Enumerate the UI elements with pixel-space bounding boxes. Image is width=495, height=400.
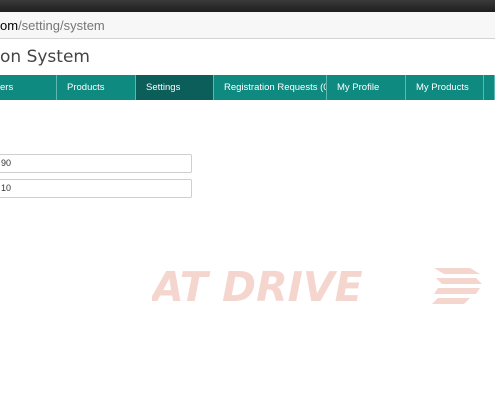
main-nav: ers Products Settings Registration Reque… [0, 75, 495, 100]
nav-item-settings[interactable]: Settings [136, 75, 214, 100]
nav-item-products[interactable]: Products [57, 75, 136, 100]
page-title: on System [0, 47, 90, 67]
nav-item-more[interactable] [484, 75, 495, 100]
at-drive-watermark-logo: AT DRIVE [152, 264, 482, 306]
watermark-text: AT DRIVE [152, 264, 363, 306]
watermark-stripes-icon [432, 268, 482, 304]
url-path: /setting/system [18, 18, 105, 33]
nav-item-my-products[interactable]: My Products [406, 75, 484, 100]
browser-top-bar [0, 0, 495, 12]
setting-field-2[interactable]: 10 [0, 179, 192, 198]
url-text[interactable]: om/setting/system [0, 18, 105, 33]
nav-item-registration-requests[interactable]: Registration Requests (0) [214, 75, 327, 100]
setting-field-1[interactable]: 90 [0, 154, 192, 173]
nav-item-my-profile[interactable]: My Profile [327, 75, 406, 100]
url-host: om [0, 18, 19, 33]
address-bar[interactable]: om/setting/system [0, 12, 495, 39]
nav-item-users[interactable]: ers [0, 75, 57, 100]
